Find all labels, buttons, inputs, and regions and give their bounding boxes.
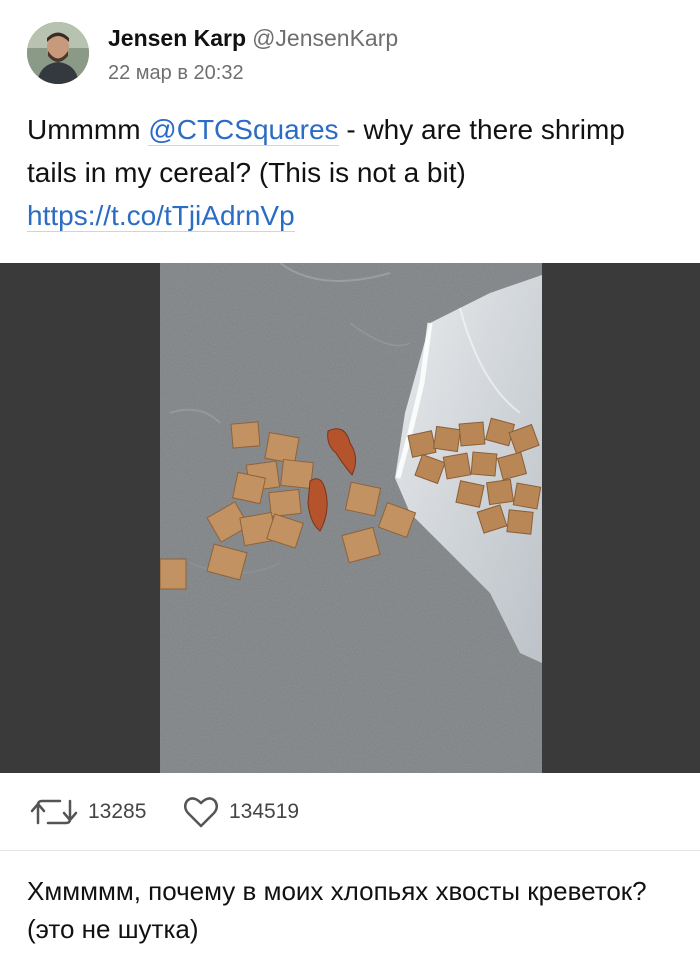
translation-text: Хммммм, почему в моих хлопьях хвосты кре… [27,876,647,944]
avatar[interactable] [27,22,89,84]
heart-icon[interactable] [183,795,219,829]
retweet-count: 13285 [88,800,147,823]
tweet-stats: 13285 134519 [0,773,700,851]
mention-link[interactable]: @CTCSquares [148,114,339,146]
tweet-text-prefix: Ummmm [27,114,149,145]
tweet-media[interactable] [0,263,700,773]
cereal-photo [160,263,542,773]
retweet-stat[interactable]: 13285 [30,795,146,829]
like-stat[interactable]: 134519 [183,795,299,829]
post-timestamp: 22 мар в 20:32 [108,62,244,84]
avatar-photo [27,22,89,84]
author-name[interactable]: Jensen Karp [108,25,246,51]
author-handle[interactable]: @JensenKarp [252,25,398,51]
tweet-text: Ummmm @CTCSquares - why are there shrimp… [27,108,677,237]
author-line: Jensen Karp @JensenKarp [108,22,398,54]
tweet-header: Jensen Karp @JensenKarp 22 мар в 20:32 [0,0,700,100]
retweet-icon[interactable] [30,795,78,829]
url-link[interactable]: https://t.co/tTjiAdrnVp [27,200,295,232]
like-count: 134519 [229,800,300,823]
